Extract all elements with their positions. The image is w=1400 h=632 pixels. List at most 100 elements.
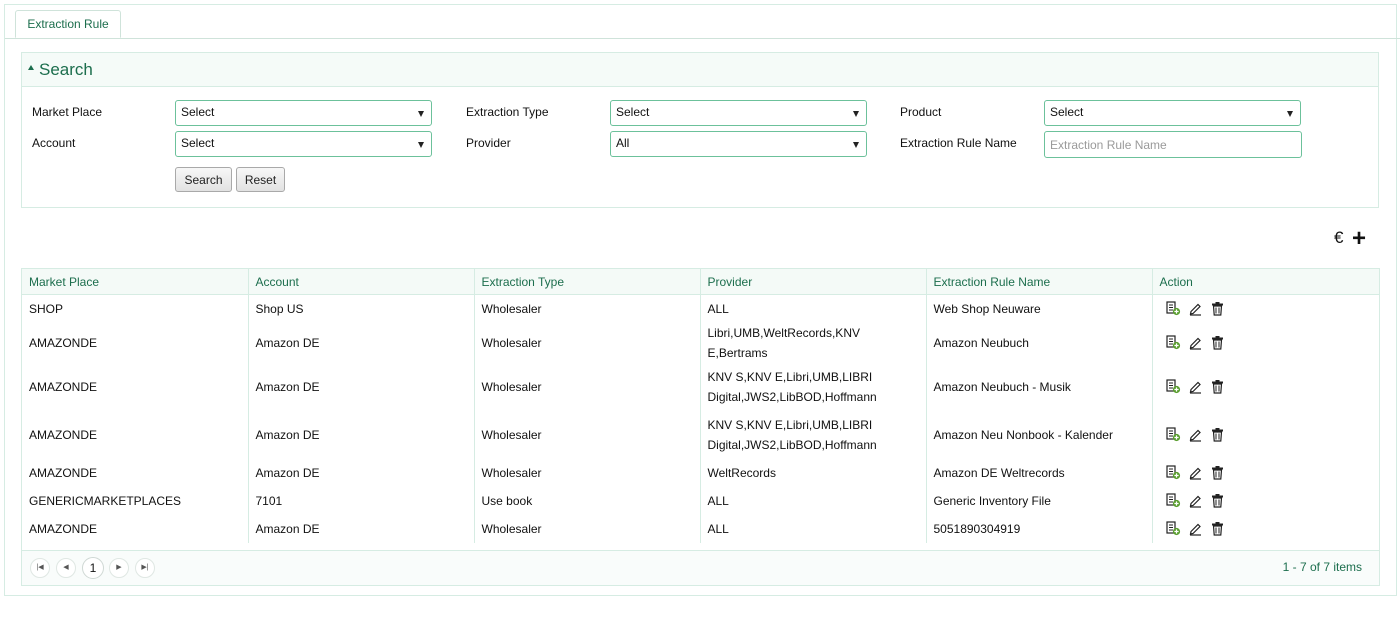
pager: |◀ ◀ 1 ▶ ▶| 1 - 7 of 7 items (22, 550, 1379, 585)
provider-cell: ALL (699, 294, 926, 323)
rule-name-cell: Amazon Neubuch - Musik (925, 362, 1152, 411)
delete-icon[interactable] (1210, 493, 1225, 508)
currency-euro-icon[interactable]: € (1334, 228, 1343, 248)
market-place-cell: GENERICMARKETPLACES (29, 493, 182, 508)
market-place-cell: AMAZONDE (29, 521, 98, 536)
edit-icon[interactable] (1188, 379, 1203, 394)
table-row[interactable]: AMAZONDE Amazon DE Wholesaler ALL 5051890304… (22, 514, 1379, 543)
market-place-cell: AMAZONDE (29, 427, 98, 442)
row-actions (1160, 301, 1373, 316)
table-row[interactable]: GENERICMARKETPLACES 7101 Use book ALL Generi… (22, 486, 1379, 515)
copy-icon[interactable] (1165, 465, 1181, 480)
column-header-market-place[interactable]: Market Place (22, 269, 248, 295)
edit-icon[interactable] (1188, 465, 1203, 480)
copy-icon[interactable] (1165, 521, 1181, 536)
chevron-down-icon (853, 111, 859, 117)
edit-icon[interactable] (1188, 335, 1203, 350)
market-place-cell: AMAZONDE (29, 465, 98, 480)
extraction-type-value: Select (616, 105, 650, 119)
delete-icon[interactable] (1210, 427, 1225, 442)
column-header-rule-name[interactable]: Extraction Rule Name (925, 269, 1152, 295)
provider-select[interactable]: All (610, 131, 867, 157)
edit-icon[interactable] (1188, 427, 1203, 442)
last-page-icon[interactable]: ▶| (135, 558, 155, 578)
copy-icon[interactable] (1165, 335, 1181, 350)
row-actions (1160, 521, 1373, 536)
extraction-type-label: Extraction Type (466, 105, 549, 119)
action-cell (1151, 362, 1379, 411)
previous-page-icon[interactable]: ◀ (56, 558, 76, 578)
action-cell (1151, 294, 1379, 323)
row-actions (1160, 335, 1373, 350)
extraction-type-cell: Wholesaler (473, 410, 700, 459)
table-row[interactable]: AMAZONDE Amazon DE Wholesaler WeltRecords Am… (22, 458, 1379, 487)
market-place-value: Select (181, 105, 215, 119)
account-label: Account (32, 136, 76, 150)
edit-icon[interactable] (1188, 521, 1203, 536)
search-panel: Search Market Place Select Extraction Ty… (21, 52, 1379, 208)
provider-cell: WeltRecords (699, 458, 926, 487)
delete-icon[interactable] (1210, 335, 1225, 350)
extraction-type-select[interactable]: Select (610, 100, 867, 126)
search-panel-header[interactable]: Search (22, 53, 1378, 87)
account-cell: Amazon DE (247, 514, 474, 543)
delete-icon[interactable] (1210, 465, 1225, 480)
provider-cell: ALL (699, 514, 926, 543)
table-row[interactable]: AMAZONDE Amazon DE Wholesaler KNV S,KNV E,L… (22, 362, 1379, 411)
account-cell: Amazon DE (247, 410, 474, 459)
extraction-type-cell: Wholesaler (473, 458, 700, 487)
current-page-number[interactable]: 1 (82, 557, 104, 579)
market-place-cell: SHOP (29, 301, 64, 316)
rule-name-input[interactable] (1044, 131, 1302, 158)
edit-icon[interactable] (1188, 301, 1203, 316)
reset-button[interactable]: Reset (236, 167, 285, 192)
row-actions (1160, 379, 1373, 394)
pager-info: 1 - 7 of 7 items (1282, 560, 1362, 574)
rule-name-cell: 5051890304919 (925, 514, 1152, 543)
copy-icon[interactable] (1165, 427, 1181, 442)
grid-header-row: Market Place Account Extraction Type Pro… (22, 269, 1379, 295)
collapse-triangle-icon[interactable] (28, 65, 34, 70)
copy-icon[interactable] (1165, 301, 1181, 316)
copy-icon[interactable] (1165, 493, 1181, 508)
rule-name-cell: Generic Inventory File (925, 486, 1152, 515)
column-header-extraction-type[interactable]: Extraction Type (473, 269, 700, 295)
copy-icon[interactable] (1165, 379, 1181, 394)
rule-name-cell: Web Shop Neuware (925, 294, 1152, 323)
market-place-select[interactable]: Select (175, 100, 432, 126)
account-cell: Amazon DE (247, 362, 474, 411)
column-header-account[interactable]: Account (247, 269, 474, 295)
column-header-provider[interactable]: Provider (699, 269, 926, 295)
chevron-down-icon (853, 142, 859, 148)
next-page-icon[interactable]: ▶ (109, 558, 129, 578)
action-cell (1151, 322, 1379, 363)
market-place-cell: AMAZONDE (29, 379, 98, 394)
tab-bar: Extraction Rule (5, 5, 1400, 39)
first-page-icon[interactable]: |◀ (30, 558, 50, 578)
delete-icon[interactable] (1210, 301, 1225, 316)
add-icon[interactable]: + (1352, 225, 1366, 253)
extraction-rule-grid: Market Place Account Extraction Type Pro… (21, 268, 1380, 586)
edit-icon[interactable] (1188, 493, 1203, 508)
provider-cell: KNV S,KNV E,Libri,UMB,LIBRI Digital,JWS2… (699, 410, 926, 459)
row-actions (1160, 427, 1373, 442)
extraction-type-cell: Wholesaler (473, 294, 700, 323)
delete-icon[interactable] (1210, 379, 1225, 394)
table-row[interactable]: SHOP Shop US Wholesaler ALL Web Shop Neuware (22, 294, 1379, 323)
action-cell (1151, 458, 1379, 487)
product-label: Product (900, 105, 942, 119)
rule-name-cell: Amazon DE Weltrecords (925, 458, 1152, 487)
action-cell (1151, 486, 1379, 515)
chevron-down-icon (1287, 111, 1293, 117)
tab-extraction-rule[interactable]: Extraction Rule (15, 10, 121, 38)
row-actions (1160, 465, 1373, 480)
rule-name-cell: Amazon Neu Nonbook - Kalender (925, 410, 1152, 459)
delete-icon[interactable] (1210, 521, 1225, 536)
search-button[interactable]: Search (175, 167, 232, 192)
table-row[interactable]: AMAZONDE Amazon DE Wholesaler KNV S,KNV E,L… (22, 410, 1379, 459)
account-select[interactable]: Select (175, 131, 432, 157)
product-select[interactable]: Select (1044, 100, 1301, 126)
chevron-down-icon (418, 142, 424, 148)
table-row[interactable]: AMAZONDE Amazon DE Wholesaler Libri,UMB,Wel… (22, 322, 1379, 363)
extraction-type-cell: Wholesaler (473, 514, 700, 543)
